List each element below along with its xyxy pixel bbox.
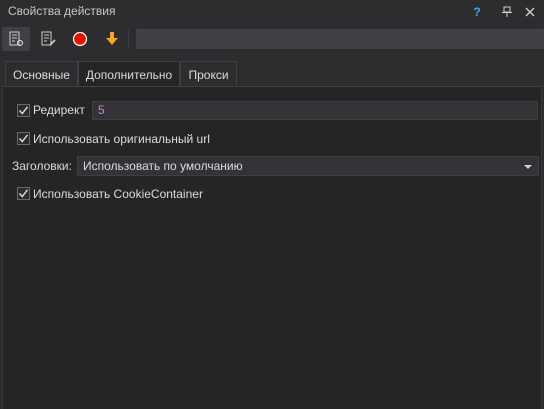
checkmark-icon <box>18 106 29 115</box>
tab-strip: Основные Дополнительно Прокси <box>0 57 544 87</box>
tab-basic[interactable]: Основные <box>5 61 78 87</box>
window-title: Свойства действия <box>8 4 116 18</box>
redirect-checkbox[interactable] <box>17 104 30 117</box>
pin-glyph <box>502 6 512 17</box>
edit-properties-button[interactable] <box>34 27 62 51</box>
tab-advanced[interactable]: Дополнительно <box>78 61 180 87</box>
toolbar-field[interactable] <box>136 29 544 49</box>
pin-icon[interactable] <box>497 2 517 22</box>
checkmark-icon <box>18 189 29 198</box>
close-icon[interactable] <box>520 2 540 22</box>
download-arrow-icon <box>106 32 118 45</box>
close-glyph <box>525 7 535 17</box>
properties-button[interactable] <box>2 27 30 51</box>
toolbar-separator <box>128 30 129 48</box>
tab-proxy[interactable]: Прокси <box>180 61 237 87</box>
title-bar: Свойства действия ? <box>0 0 544 24</box>
chevron-down-icon[interactable] <box>524 165 532 169</box>
headers-select[interactable]: Использовать по умолчанию <box>77 156 539 176</box>
headers-label: Заголовки: <box>12 159 72 173</box>
original-url-checkbox[interactable] <box>17 132 30 145</box>
record-icon <box>72 31 88 47</box>
cookie-container-checkbox[interactable] <box>17 187 30 200</box>
redirect-label: Редирект <box>33 103 85 117</box>
action-properties-window: Свойства действия ? Основные Дополнитель… <box>0 0 544 409</box>
redirect-count-input[interactable]: 5 <box>92 101 538 120</box>
edit-properties-icon <box>41 31 56 46</box>
original-url-label: Использовать оригинальный url <box>33 132 210 146</box>
download-button[interactable] <box>98 27 126 51</box>
checkmark-icon <box>18 134 29 143</box>
cookie-container-label: Использовать CookieContainer <box>33 187 203 201</box>
headers-selected-value: Использовать по умолчанию <box>83 159 243 173</box>
record-button[interactable] <box>66 27 94 51</box>
help-button[interactable]: ? <box>467 2 487 22</box>
properties-icon <box>9 31 24 47</box>
